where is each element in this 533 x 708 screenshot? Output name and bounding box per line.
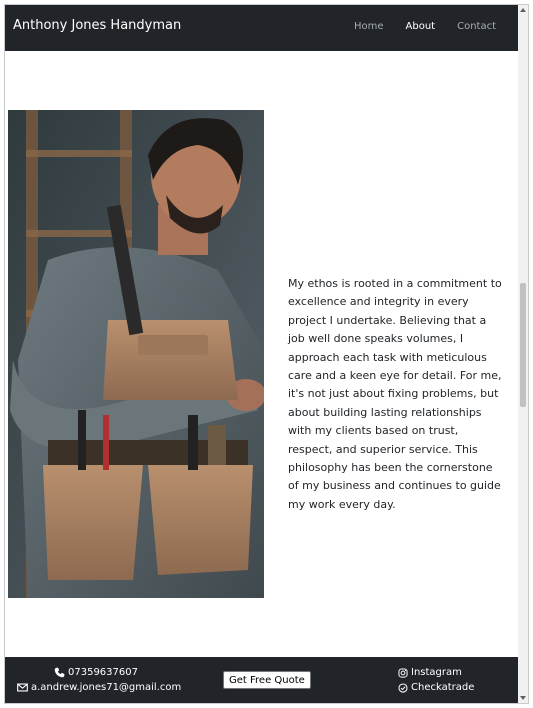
phone-number[interactable]: 07359637607 [68,667,138,678]
get-free-quote-button[interactable]: Get Free Quote [223,671,311,689]
vertical-scrollbar[interactable] [518,5,528,703]
phone-icon [54,667,65,678]
scrollbar-thumb[interactable] [520,283,526,407]
browser-viewport: Anthony Jones Handyman Home About Contac… [4,4,529,704]
instagram-label: Instagram [411,667,462,678]
envelope-icon [17,682,28,693]
email-row: a.andrew.jones71@gmail.com [17,680,181,695]
handyman-portrait-image [8,110,264,598]
handyman-portrait-illustration [8,110,264,598]
footer: 07359637607 a.andrew.jones71@gmail.com G… [5,657,520,703]
instagram-icon [398,667,408,678]
footer-contact: 07359637607 a.andrew.jones71@gmail.com [17,665,181,695]
nav-link-contact[interactable]: Contact [457,21,496,32]
instagram-link[interactable]: Instagram [398,665,474,680]
brand-title[interactable]: Anthony Jones Handyman [13,18,181,33]
email-address[interactable]: a.andrew.jones71@gmail.com [31,682,181,693]
footer-social: Instagram Checkatrade [398,665,474,695]
nav-links: Home About Contact [354,21,496,32]
navbar: Anthony Jones Handyman Home About Contac… [5,5,520,51]
scroll-up-arrow-icon[interactable] [520,8,526,12]
checkatrade-link[interactable]: Checkatrade [398,680,474,695]
nav-link-home[interactable]: Home [354,21,384,32]
check-circle-icon [398,682,408,693]
checkatrade-label: Checkatrade [411,682,475,693]
scroll-down-arrow-icon[interactable] [520,696,526,700]
about-paragraph: My ethos is rooted in a commitment to ex… [288,277,502,511]
nav-link-about[interactable]: About [406,21,436,32]
phone-row: 07359637607 [17,665,181,680]
